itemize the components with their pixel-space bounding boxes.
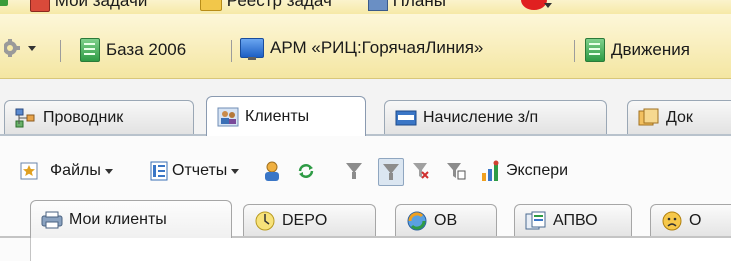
user-button[interactable] xyxy=(262,158,282,184)
section-item-movements[interactable]: Движения xyxy=(585,38,690,62)
clear-filter-icon xyxy=(412,161,430,181)
separator xyxy=(60,40,61,62)
tab-salary-accrual[interactable]: Начисление з/п xyxy=(384,100,607,134)
chevron-down-icon xyxy=(28,45,36,51)
quick-link-label: Реестр задач xyxy=(226,0,332,10)
clear-filter-button[interactable] xyxy=(412,158,430,184)
user-icon xyxy=(265,161,279,181)
command-bar: Файлы Отчеты Экспери xyxy=(0,154,731,188)
refresh-icon xyxy=(298,164,314,178)
expert-button[interactable]: Экспери xyxy=(480,158,568,184)
documents-icon xyxy=(525,211,546,229)
tab-clients[interactable]: Клиенты xyxy=(206,96,366,136)
card-icon xyxy=(395,110,417,125)
tab-apvo[interactable]: АПВО xyxy=(514,204,632,236)
dropdown-arrow-icon[interactable] xyxy=(544,3,552,8)
tab-label: Мои клиенты xyxy=(69,210,167,228)
quick-link-label: Планы xyxy=(392,0,446,10)
expert-icon xyxy=(482,160,499,181)
tab-label: Док xyxy=(666,108,693,126)
section-label: Движения xyxy=(611,40,690,59)
filter-settings-button[interactable] xyxy=(446,158,466,184)
filter-settings-icon xyxy=(446,161,466,181)
panel-settings-button[interactable] xyxy=(4,38,36,58)
reports-menu-button[interactable]: Отчеты xyxy=(150,158,240,184)
tab-label: АПВО xyxy=(553,211,598,229)
separator xyxy=(231,40,232,62)
quick-link-my-tasks[interactable]: Мои задачи xyxy=(30,0,147,12)
separator xyxy=(574,40,575,62)
gear-icon xyxy=(4,39,20,57)
refresh-button[interactable] xyxy=(296,158,316,184)
clock-icon xyxy=(255,211,275,230)
sad-face-icon xyxy=(662,211,682,230)
green-section-icon xyxy=(80,38,100,62)
section-label: АРМ «РИЦ:ГорячаяЛиния» xyxy=(270,38,484,57)
tab-o[interactable]: О xyxy=(650,204,731,236)
expert-label: Экспери xyxy=(506,162,569,179)
clients-icon xyxy=(217,107,239,126)
documents-icon xyxy=(638,108,659,125)
section-item-base-2006[interactable]: База 2006 xyxy=(80,38,186,62)
green-section-icon xyxy=(585,38,605,62)
tab-label: О xyxy=(689,211,702,229)
files-menu-button[interactable]: Файлы xyxy=(50,158,113,184)
printer-icon xyxy=(41,211,63,228)
client-lists-tabs: Мои клиенты DEPO ОВ АПВО О xyxy=(0,200,731,261)
tab-ov[interactable]: ОВ xyxy=(395,204,497,236)
tab-documents[interactable]: Док xyxy=(627,100,731,134)
tab-content-area xyxy=(30,238,731,261)
quick-link-task-register[interactable]: Реестр задач xyxy=(200,0,332,11)
tab-label: Проводник xyxy=(43,108,124,126)
monitor-icon xyxy=(240,38,264,60)
filter-button[interactable] xyxy=(345,158,363,184)
reports-label: Отчеты xyxy=(172,162,228,179)
tab-label: Начисление з/п xyxy=(423,108,539,126)
tab-label: Клиенты xyxy=(245,107,310,125)
chevron-down-icon xyxy=(104,168,113,174)
filter-by-value-button[interactable] xyxy=(378,158,404,186)
plans-icon xyxy=(368,0,388,11)
files-label: Файлы xyxy=(50,162,101,179)
tab-depo[interactable]: DEPO xyxy=(243,204,376,236)
tab-explorer[interactable]: Проводник xyxy=(4,100,194,134)
folder-icon xyxy=(200,0,222,11)
tab-label: ОВ xyxy=(434,211,458,229)
tab-my-clients[interactable]: Мои клиенты xyxy=(30,200,232,238)
quick-link-label: Мои задачи xyxy=(54,0,148,10)
green-arrow-icon xyxy=(0,0,8,6)
main-tabs: Проводник Клиенты Начисление з/п Док xyxy=(0,94,731,140)
favorite-button[interactable] xyxy=(20,158,38,184)
star-icon xyxy=(20,162,38,180)
quick-links-bar: Мои задачи Реестр задач Планы xyxy=(0,0,731,14)
section-label: База 2006 xyxy=(106,40,187,59)
task-list-icon xyxy=(30,0,50,12)
sections-panel: База 2006 АРМ «РИЦ:ГорячаяЛиния» Движени… xyxy=(0,14,731,79)
section-item-arm-ric[interactable]: АРМ «РИЦ:ГорячаяЛиния» xyxy=(240,38,484,60)
tree-icon xyxy=(15,108,35,127)
quick-link-plans[interactable]: Планы xyxy=(368,0,446,11)
filter-icon xyxy=(345,161,363,181)
refresh-globe-icon xyxy=(407,211,427,230)
filter-value-icon xyxy=(382,162,400,182)
tab-label: DEPO xyxy=(282,211,328,229)
chevron-down-icon xyxy=(231,168,240,174)
report-icon xyxy=(150,161,168,181)
